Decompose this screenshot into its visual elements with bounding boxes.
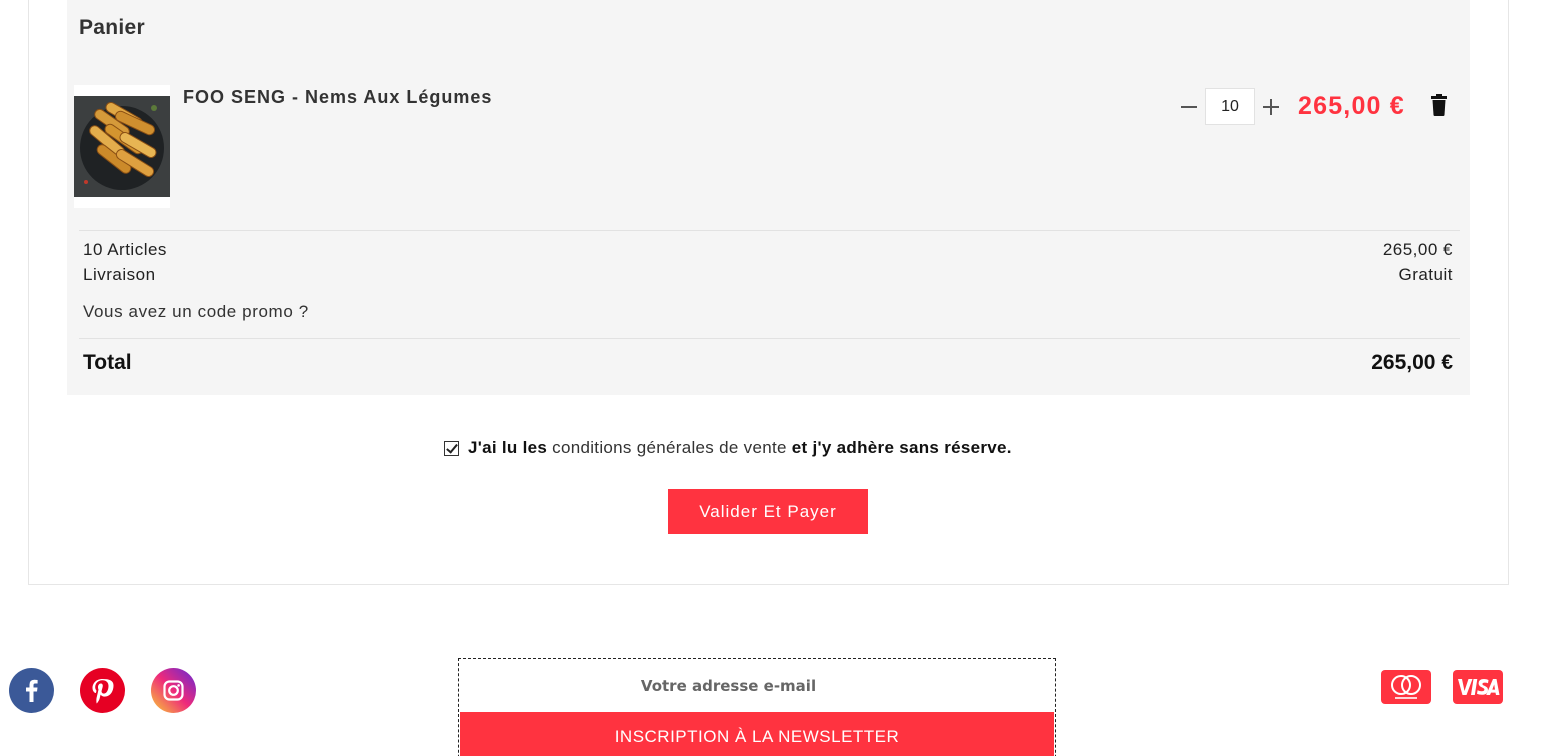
pinterest-icon — [92, 679, 114, 704]
newsletter-form: INSCRIPTION À LA NEWSLETTER — [458, 658, 1056, 756]
terms-checkbox[interactable] — [444, 440, 459, 456]
mastercard-badge — [1381, 670, 1431, 704]
quantity-increase-button[interactable] — [1260, 92, 1282, 120]
validate-and-pay-button[interactable]: Valider Et Payer — [668, 489, 868, 534]
terms-conditions-link[interactable]: conditions générales de vente — [547, 438, 792, 458]
shipping-label: Livraison — [83, 265, 156, 284]
facebook-icon — [26, 679, 38, 702]
cart-title: Panier — [79, 16, 145, 39]
instagram-link[interactable] — [151, 668, 196, 713]
visa-icon — [1458, 679, 1500, 695]
instagram-icon — [163, 680, 184, 701]
terms-row: J'ai lu les conditions générales de vent… — [444, 437, 1012, 459]
remove-item-button[interactable] — [1431, 94, 1451, 120]
product-price: 265,00 € — [1298, 92, 1405, 120]
minus-icon — [1181, 106, 1197, 108]
newsletter-email-input[interactable] — [460, 660, 1054, 712]
total-value: 265,00 € — [1371, 351, 1453, 374]
promo-code-link[interactable]: Vous avez un code promo ? — [83, 302, 309, 322]
spring-rolls-image — [74, 96, 170, 197]
summary-divider — [79, 230, 1460, 231]
plus-icon — [1263, 99, 1279, 115]
quantity-input[interactable] — [1205, 88, 1255, 125]
facebook-link[interactable] — [9, 668, 54, 713]
newsletter-subscribe-button[interactable]: INSCRIPTION À LA NEWSLETTER — [460, 712, 1054, 756]
terms-text-after: et j'y adhère sans réserve. — [791, 438, 1012, 457]
shipping-value: Gratuit — [1398, 265, 1453, 284]
product-image[interactable] — [74, 85, 170, 208]
mastercard-icon — [1391, 675, 1421, 699]
articles-subtotal: 265,00 € — [1382, 240, 1453, 259]
cart-panel: Panier FOO SENG - Nems Aux Légumes 26 — [67, 0, 1470, 395]
pinterest-link[interactable] — [80, 668, 125, 713]
total-label: Total — [83, 351, 132, 374]
quantity-decrease-button[interactable] — [1178, 92, 1200, 120]
articles-count-label: 10 Articles — [83, 240, 167, 259]
terms-text-before: J'ai lu les — [468, 438, 548, 457]
total-divider — [79, 338, 1460, 339]
visa-badge — [1453, 670, 1503, 704]
trash-icon — [1431, 94, 1447, 116]
product-name[interactable]: FOO SENG - Nems Aux Légumes — [183, 87, 492, 108]
